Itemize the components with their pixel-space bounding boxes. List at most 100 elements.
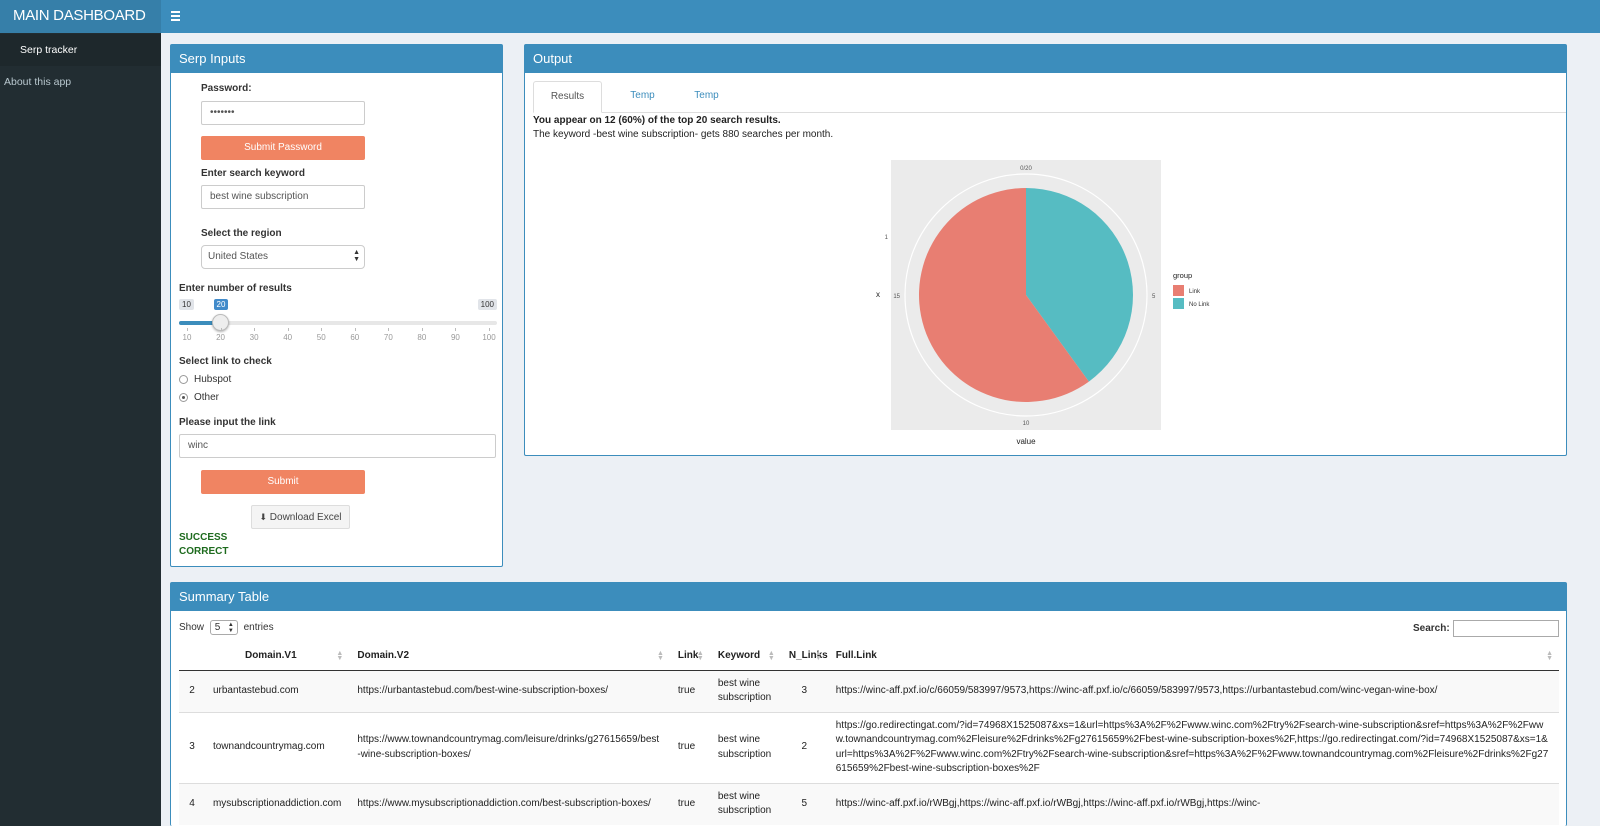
slider-tick-label: 100 bbox=[482, 333, 496, 342]
slider-tick-label: 40 bbox=[283, 333, 293, 342]
column-header-label: Domain.V1 bbox=[244, 650, 297, 662]
radio-other[interactable]: Other bbox=[179, 392, 219, 403]
output-title: Output bbox=[525, 45, 1566, 73]
table-header-row: Domain.V1 ▲ ▼ Domain.V2 ▲ ▼ Link ▲ ▼ Keyword ▲ ▼ N_L… bbox=[179, 642, 1559, 671]
column-header-label: Link bbox=[677, 650, 699, 662]
slider-tick-mark bbox=[354, 328, 356, 331]
slider-tick-mark bbox=[220, 328, 222, 331]
column-header-label: Keyword bbox=[717, 650, 761, 662]
table-cell: mysubscriptionaddiction.com bbox=[204, 782, 350, 825]
table-cell: true bbox=[669, 711, 710, 783]
column-header[interactable]: Keyword ▲ ▼ bbox=[709, 642, 781, 671]
output-tabs: Results Temp Temp bbox=[533, 81, 1566, 113]
entries-label: entries bbox=[243, 622, 274, 634]
radio-hubspot-label: Hubspot bbox=[194, 374, 232, 385]
tab-temp-2[interactable]: Temp bbox=[679, 81, 734, 113]
password-label: Password: bbox=[201, 83, 252, 94]
select-arrows-icon: ▲ ▼ bbox=[227, 622, 234, 634]
entries-select[interactable]: 5 ▲ ▼ bbox=[209, 620, 238, 635]
entries-control: Show 5 ▲ ▼ entries bbox=[179, 620, 274, 635]
link-input[interactable]: winc bbox=[179, 434, 496, 458]
region-select[interactable]: United States ▲ ▼ bbox=[201, 245, 365, 269]
table-cell: https://urbantastebud.com/best-wine-subs… bbox=[349, 669, 670, 712]
slider-tick-label: 60 bbox=[350, 333, 360, 342]
table-row[interactable]: 3 townandcountrymag.com https://www.townan… bbox=[179, 711, 1559, 783]
sort-icon[interactable]: ▲ ▼ bbox=[697, 650, 704, 662]
radio-hubspot-circle[interactable] bbox=[179, 375, 188, 384]
region-label: Select the region bbox=[201, 228, 282, 239]
legend-label: Link bbox=[1189, 289, 1201, 295]
slider-tick-mark bbox=[321, 328, 323, 331]
submit-button[interactable]: Submit bbox=[201, 470, 365, 494]
slider-max-label: 100 bbox=[477, 299, 497, 310]
slider-tick-label: 30 bbox=[249, 333, 259, 342]
entries-select-value: 5 bbox=[214, 622, 221, 633]
angle-tick-label: 0/20 bbox=[1020, 166, 1032, 172]
radio-hubspot[interactable]: Hubspot bbox=[179, 374, 231, 385]
table-row[interactable]: 4 mysubscriptionaddiction.com https://www.… bbox=[179, 782, 1559, 825]
summary-table: Domain.V1 ▲ ▼ Domain.V2 ▲ ▼ Link ▲ ▼ Keyword ▲ ▼ N_L… bbox=[179, 642, 1559, 825]
column-header-label: Domain.V2 bbox=[357, 650, 410, 662]
password-input[interactable]: ••••••• bbox=[201, 101, 365, 125]
download-excel-label: Download Excel bbox=[269, 512, 342, 523]
table-search-input[interactable] bbox=[1453, 620, 1559, 637]
tab-temp-1[interactable]: Temp bbox=[615, 81, 670, 113]
table-cell: urbantastebud.com bbox=[204, 669, 350, 712]
sort-icon[interactable]: ▲ ▼ bbox=[336, 650, 343, 662]
link-input-label: Please input the link bbox=[179, 417, 276, 428]
table-cell: 2 bbox=[780, 711, 828, 783]
table-cell: best wine subscription bbox=[709, 669, 781, 712]
sort-icon[interactable]: ▲ ▼ bbox=[815, 650, 822, 662]
slider-tick-mark bbox=[254, 328, 256, 331]
table-cell: best wine subscription bbox=[709, 711, 781, 783]
result-summary-text: You appear on 12 (60%) of the top 20 sea… bbox=[533, 115, 781, 126]
slider-min-label: 10 bbox=[179, 299, 194, 310]
radio-other-label: Other bbox=[194, 392, 220, 403]
app-title[interactable]: MAIN DASHBOARD bbox=[0, 0, 161, 33]
sidebar-item-serp-tracker[interactable]: Serp tracker bbox=[0, 34, 161, 66]
slider-value-label: 20 bbox=[213, 299, 229, 310]
column-header[interactable]: N_Links ▲ ▼ bbox=[780, 642, 828, 671]
table-cell: true bbox=[669, 782, 710, 825]
column-header[interactable]: Link ▲ ▼ bbox=[669, 642, 710, 671]
column-header-label: Full.Link bbox=[835, 650, 877, 662]
slider-tick-mark bbox=[388, 328, 390, 331]
sort-icon[interactable]: ▲ ▼ bbox=[768, 650, 775, 662]
hamburger-icon[interactable] bbox=[171, 7, 185, 25]
column-header[interactable] bbox=[179, 642, 205, 671]
status-correct: CORRECT bbox=[179, 546, 229, 557]
y-axis-label: x bbox=[876, 290, 880, 299]
table-cell: 3 bbox=[780, 669, 828, 712]
slider-tick-label: 10 bbox=[182, 333, 192, 342]
keyword-volume-text: The keyword -best wine subscription- get… bbox=[533, 129, 834, 140]
table-cell: true bbox=[669, 669, 710, 712]
slider-tick-mark bbox=[287, 328, 289, 331]
legend-title: group bbox=[1173, 271, 1192, 280]
tab-results[interactable]: Results bbox=[533, 81, 602, 113]
table-cell: https://www.townandcountrymag.com/leisur… bbox=[349, 711, 670, 783]
slider-tick-label: 70 bbox=[383, 333, 393, 342]
table-cell: https://www.mysubscriptionaddiction.com/… bbox=[349, 782, 670, 825]
download-excel-button[interactable]: ⬇ Download Excel bbox=[251, 505, 350, 529]
radio-other-circle[interactable] bbox=[179, 393, 188, 402]
keyword-input[interactable]: best wine subscription bbox=[201, 185, 365, 209]
status-success: SUCCESS bbox=[179, 532, 228, 543]
column-header[interactable]: Domain.V1 ▲ ▼ bbox=[204, 642, 350, 671]
table-row[interactable]: 2 urbantastebud.com https://urbantastebud.… bbox=[179, 669, 1559, 712]
angle-tick-label: 10 bbox=[1023, 421, 1030, 427]
table-cell: 3 bbox=[179, 711, 205, 783]
sort-icon[interactable]: ▲ ▼ bbox=[1546, 650, 1553, 662]
results-slider[interactable]: 10 100 20 10 20 30 40 50 60 70 80 90 100 bbox=[179, 299, 497, 347]
table-cell: townandcountrymag.com bbox=[204, 711, 350, 783]
serp-inputs-title: Serp Inputs bbox=[171, 45, 502, 73]
submit-password-button[interactable]: Submit Password bbox=[201, 136, 365, 160]
angle-tick-label: 15 bbox=[893, 294, 900, 300]
sort-icon[interactable]: ▲ ▼ bbox=[657, 650, 664, 662]
sidebar-item-about[interactable]: About this app bbox=[0, 66, 161, 98]
table-cell: https://winc-aff.pxf.io/rWBgj,https://wi… bbox=[827, 782, 1559, 825]
column-header[interactable]: Full.Link ▲ ▼ bbox=[827, 642, 1559, 671]
table-cell: 5 bbox=[780, 782, 828, 825]
x-axis-label: value bbox=[1016, 437, 1036, 446]
y-tick-label: 1 bbox=[885, 235, 889, 241]
column-header[interactable]: Domain.V2 ▲ ▼ bbox=[349, 642, 670, 671]
